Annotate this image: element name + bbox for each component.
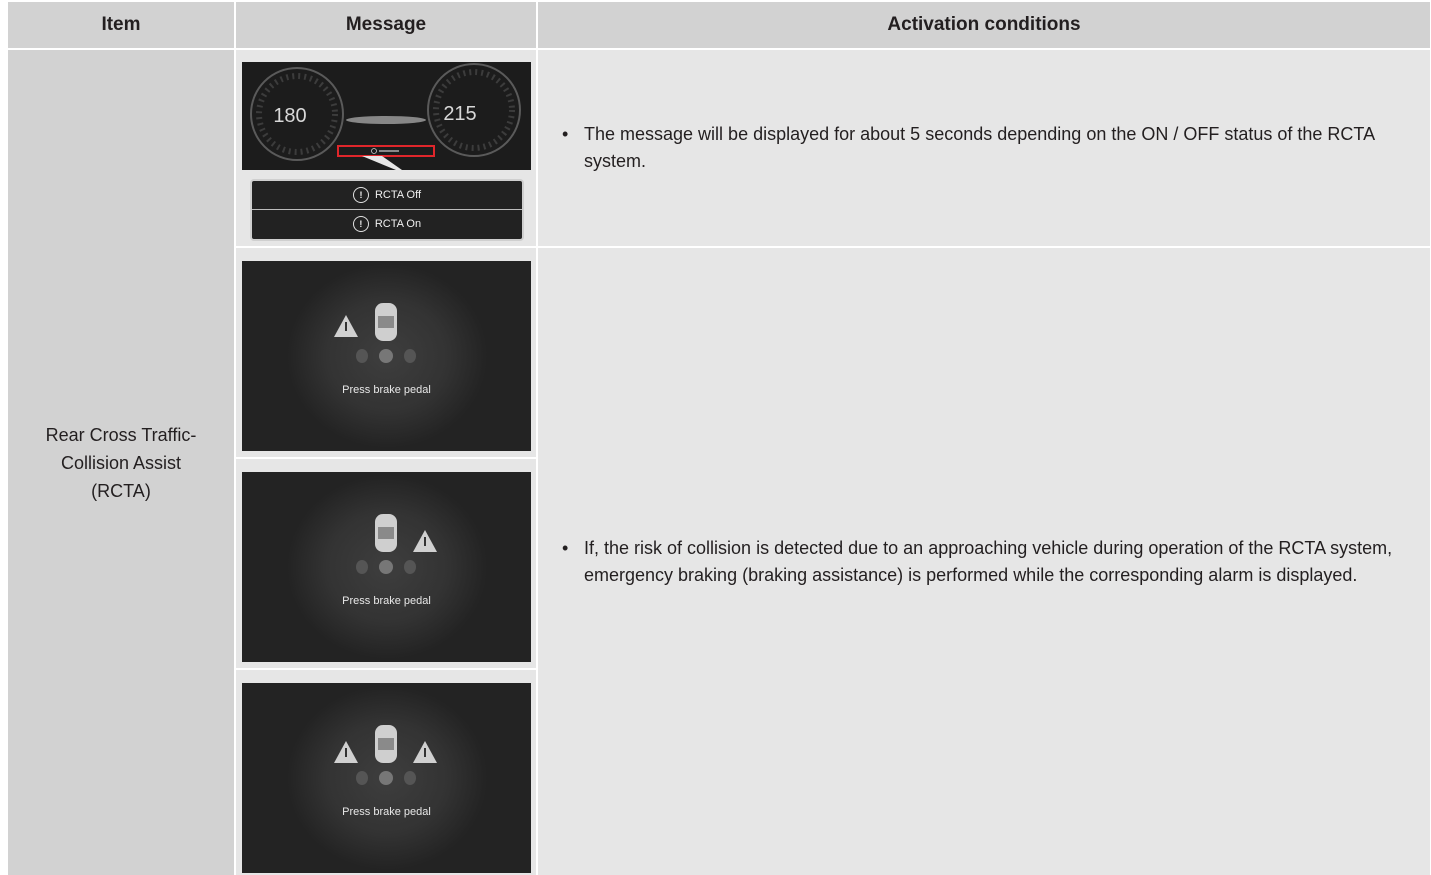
header-conditions: Activation conditions [538,2,1430,48]
condition-text: The message will be displayed for about … [584,124,1375,171]
car-rear-left-warning-graphic [334,303,416,363]
bullet-dot: • [562,124,569,144]
callout-pointer [362,156,402,170]
condition-text: If, the risk of collision is detected du… [584,537,1393,585]
cluster-display-image: 180 215 [242,62,531,170]
exclamation-circle-icon: ! [352,187,369,203]
brake-alert-screen: Press brake pedal [242,261,531,451]
row1-message-cell: 180 215 ! RCTA Off ! RCTA On [236,50,536,246]
car-rear-right-warning-graphic [356,514,437,574]
row-divider [236,668,536,670]
row1-condition-cell: • The message will be displayed for abou… [538,50,1430,246]
car-top-view-icon [375,725,397,785]
press-brake-text: Press brake pedal [342,595,431,607]
tiny-message-text-graphic [379,150,399,152]
car-rear-both-warning-graphic [334,725,437,785]
row2-message-cell: Press brake pedal Press brake pedal Pres… [236,248,536,875]
dash-speed-left: 180 [273,105,306,127]
exclamation-circle-icon: ! [352,216,369,232]
condition-bullet: • The message will be displayed for abou… [538,121,1430,175]
cluster-gauges-graphic: 180 215 [250,63,521,170]
header-conditions-label: Activation conditions [887,14,1081,35]
rcta-popup: ! RCTA Off ! RCTA On [250,179,524,241]
condition-bullet: • If, the risk of collision is detected … [538,535,1430,589]
car-top-view-icon [375,303,397,363]
press-brake-text: Press brake pedal [342,384,431,396]
car-top-view-icon [375,514,397,574]
item-name: Rear Cross Traffic- Collision Assist (RC… [46,421,197,505]
press-brake-text: Press brake pedal [342,806,431,818]
brake-alert-screen: Press brake pedal [242,683,531,873]
item-name-line: (RCTA) [91,480,151,501]
dash-speed-right: 215 [443,103,476,125]
popup-row-on: ! RCTA On [252,209,522,238]
popup-text: RCTA On [374,218,422,230]
rcta-table: Item Message Activation conditions Rear … [8,2,1430,875]
header-message: Message [236,2,536,48]
popup-text: RCTA Off [374,189,422,201]
row-divider [236,457,536,459]
popup-row-off: ! RCTA Off [252,181,522,209]
brake-alert-screen: Press brake pedal [242,472,531,662]
bullet-dot: • [562,537,569,558]
row2-condition-cell: • If, the risk of collision is detected … [538,248,1430,875]
warning-dot-icon [371,148,377,154]
item-cell: Rear Cross Traffic- Collision Assist (RC… [8,50,234,875]
header-message-label: Message [345,14,427,35]
header-item-label: Item [101,14,141,35]
item-name-line: Rear Cross Traffic- [45,424,197,445]
item-name-line: Collision Assist [60,452,182,473]
header-item: Item [8,2,234,48]
